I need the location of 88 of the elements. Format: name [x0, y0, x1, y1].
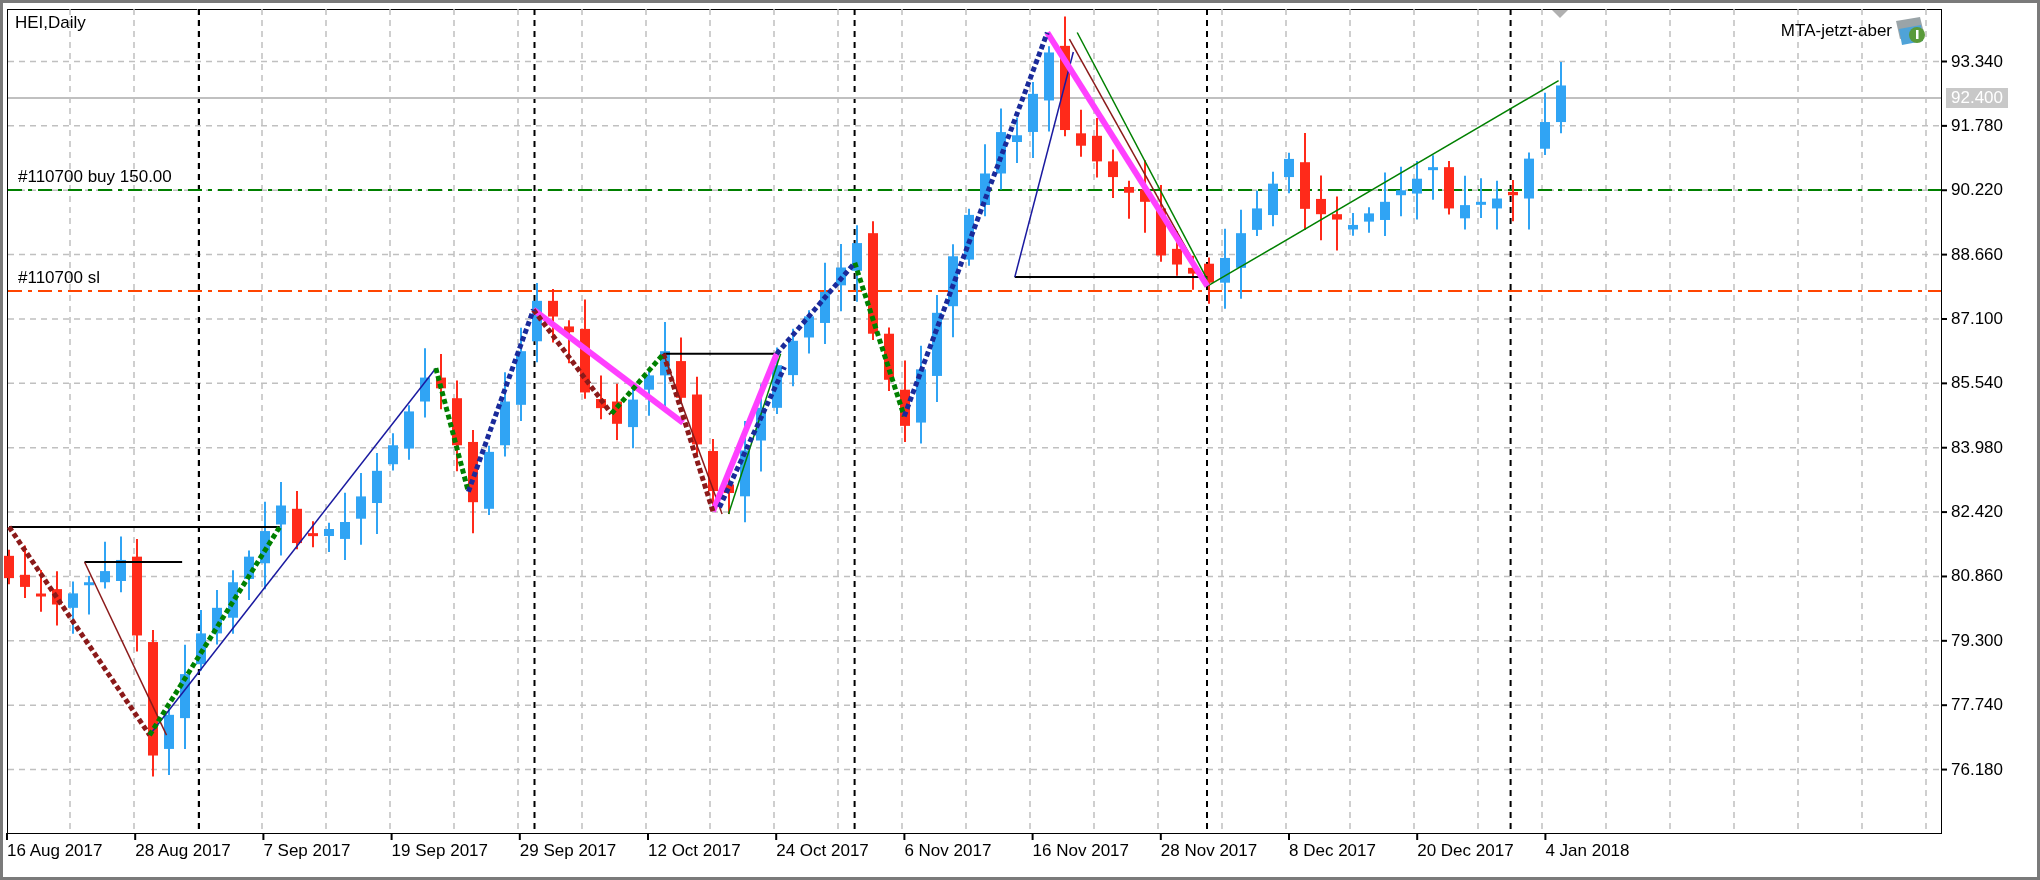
candle: [1540, 91, 1550, 156]
date-label: 12 Oct 2017: [648, 841, 741, 861]
date-label: 24 Oct 2017: [776, 841, 869, 861]
order-label: #110700 buy 150.00: [18, 167, 172, 187]
date-label: 19 Sep 2017: [391, 841, 488, 861]
candle: [20, 544, 30, 600]
candle: [612, 382, 622, 441]
candle: [164, 707, 174, 776]
candle: [324, 521, 334, 554]
price-label: 80.860: [1951, 566, 2003, 587]
candle: [884, 326, 894, 392]
price-label: 91.780: [1951, 115, 2003, 136]
candle: [1108, 148, 1118, 200]
candle: [1412, 159, 1422, 221]
candle: [100, 540, 110, 590]
candle: [244, 549, 254, 601]
candle: [292, 490, 302, 551]
candle: [1428, 154, 1438, 201]
chart-shift-marker-icon[interactable]: [1552, 10, 1568, 18]
date-label: 20 Dec 2017: [1417, 841, 1514, 861]
candle: [1508, 178, 1518, 223]
price-label: 85.540: [1951, 373, 2003, 394]
price-label: 83.980: [1951, 437, 2003, 458]
price-label: 77.740: [1951, 695, 2003, 716]
chart-title: HEI,Daily: [15, 13, 86, 33]
candle: [420, 347, 430, 419]
price-label: 93.340: [1951, 51, 2003, 72]
candle: [1284, 151, 1294, 195]
candle: [596, 374, 606, 421]
candle: [84, 575, 94, 616]
candle: [964, 207, 974, 267]
date-label: 28 Nov 2017: [1160, 841, 1258, 861]
candle: [340, 491, 350, 561]
date-label: 16 Nov 2017: [1032, 841, 1129, 861]
candle: [1012, 116, 1022, 165]
price-label: 79.300: [1951, 630, 2003, 651]
candle: [1492, 179, 1502, 231]
candle: [404, 404, 414, 461]
candle: [1380, 171, 1390, 238]
candle: [196, 608, 206, 672]
price-label: 88.660: [1951, 244, 2003, 265]
candle: [1348, 211, 1358, 237]
candle: [1444, 159, 1454, 216]
date-label: 16 Aug 2017: [7, 841, 103, 861]
candle: [1092, 117, 1102, 179]
price-label: 76.180: [1951, 759, 2003, 780]
candle: [724, 477, 734, 516]
date-label: 29 Sep 2017: [519, 841, 617, 861]
candle: [212, 589, 222, 646]
candle: [836, 243, 846, 313]
date-label: 8 Dec 2017: [1289, 841, 1376, 861]
candle: [484, 444, 494, 516]
price-label: 90.220: [1951, 180, 2003, 201]
candle: [1204, 256, 1214, 305]
candle: [36, 569, 46, 613]
candle: [1188, 254, 1198, 291]
candle: [1252, 189, 1262, 238]
price-label: 82.420: [1951, 502, 2003, 523]
candle: [1396, 165, 1406, 218]
candle: [1316, 174, 1326, 242]
candle: [548, 287, 558, 344]
price-label: 87.100: [1951, 308, 2003, 329]
candle: [308, 520, 318, 549]
candle: [4, 548, 14, 586]
candle: [436, 353, 446, 411]
date-label: 28 Aug 2017: [135, 841, 231, 861]
candle: [68, 580, 78, 635]
date-label: 6 Nov 2017: [904, 841, 992, 861]
candle: [1332, 195, 1342, 252]
candle: [116, 535, 126, 594]
candle: [1476, 177, 1486, 219]
candle: [564, 319, 574, 365]
candle: [228, 569, 238, 635]
candle: [804, 309, 814, 355]
candle: [1124, 179, 1134, 220]
date-label: 7 Sep 2017: [263, 841, 351, 861]
date-label: 4 Jan 2018: [1545, 841, 1630, 861]
order-label: #110700 sl: [18, 268, 100, 288]
candle: [772, 346, 782, 415]
candle: [1460, 174, 1470, 231]
candle: [1364, 206, 1374, 234]
candle: [388, 432, 398, 472]
candle: [1268, 170, 1278, 228]
candle: [52, 570, 62, 627]
expert-name: MTA-jetzt-aber: [1780, 21, 1892, 41]
candle: [788, 327, 798, 388]
expert-hat-icon[interactable]: [1896, 17, 1925, 45]
candle: [1076, 108, 1086, 158]
